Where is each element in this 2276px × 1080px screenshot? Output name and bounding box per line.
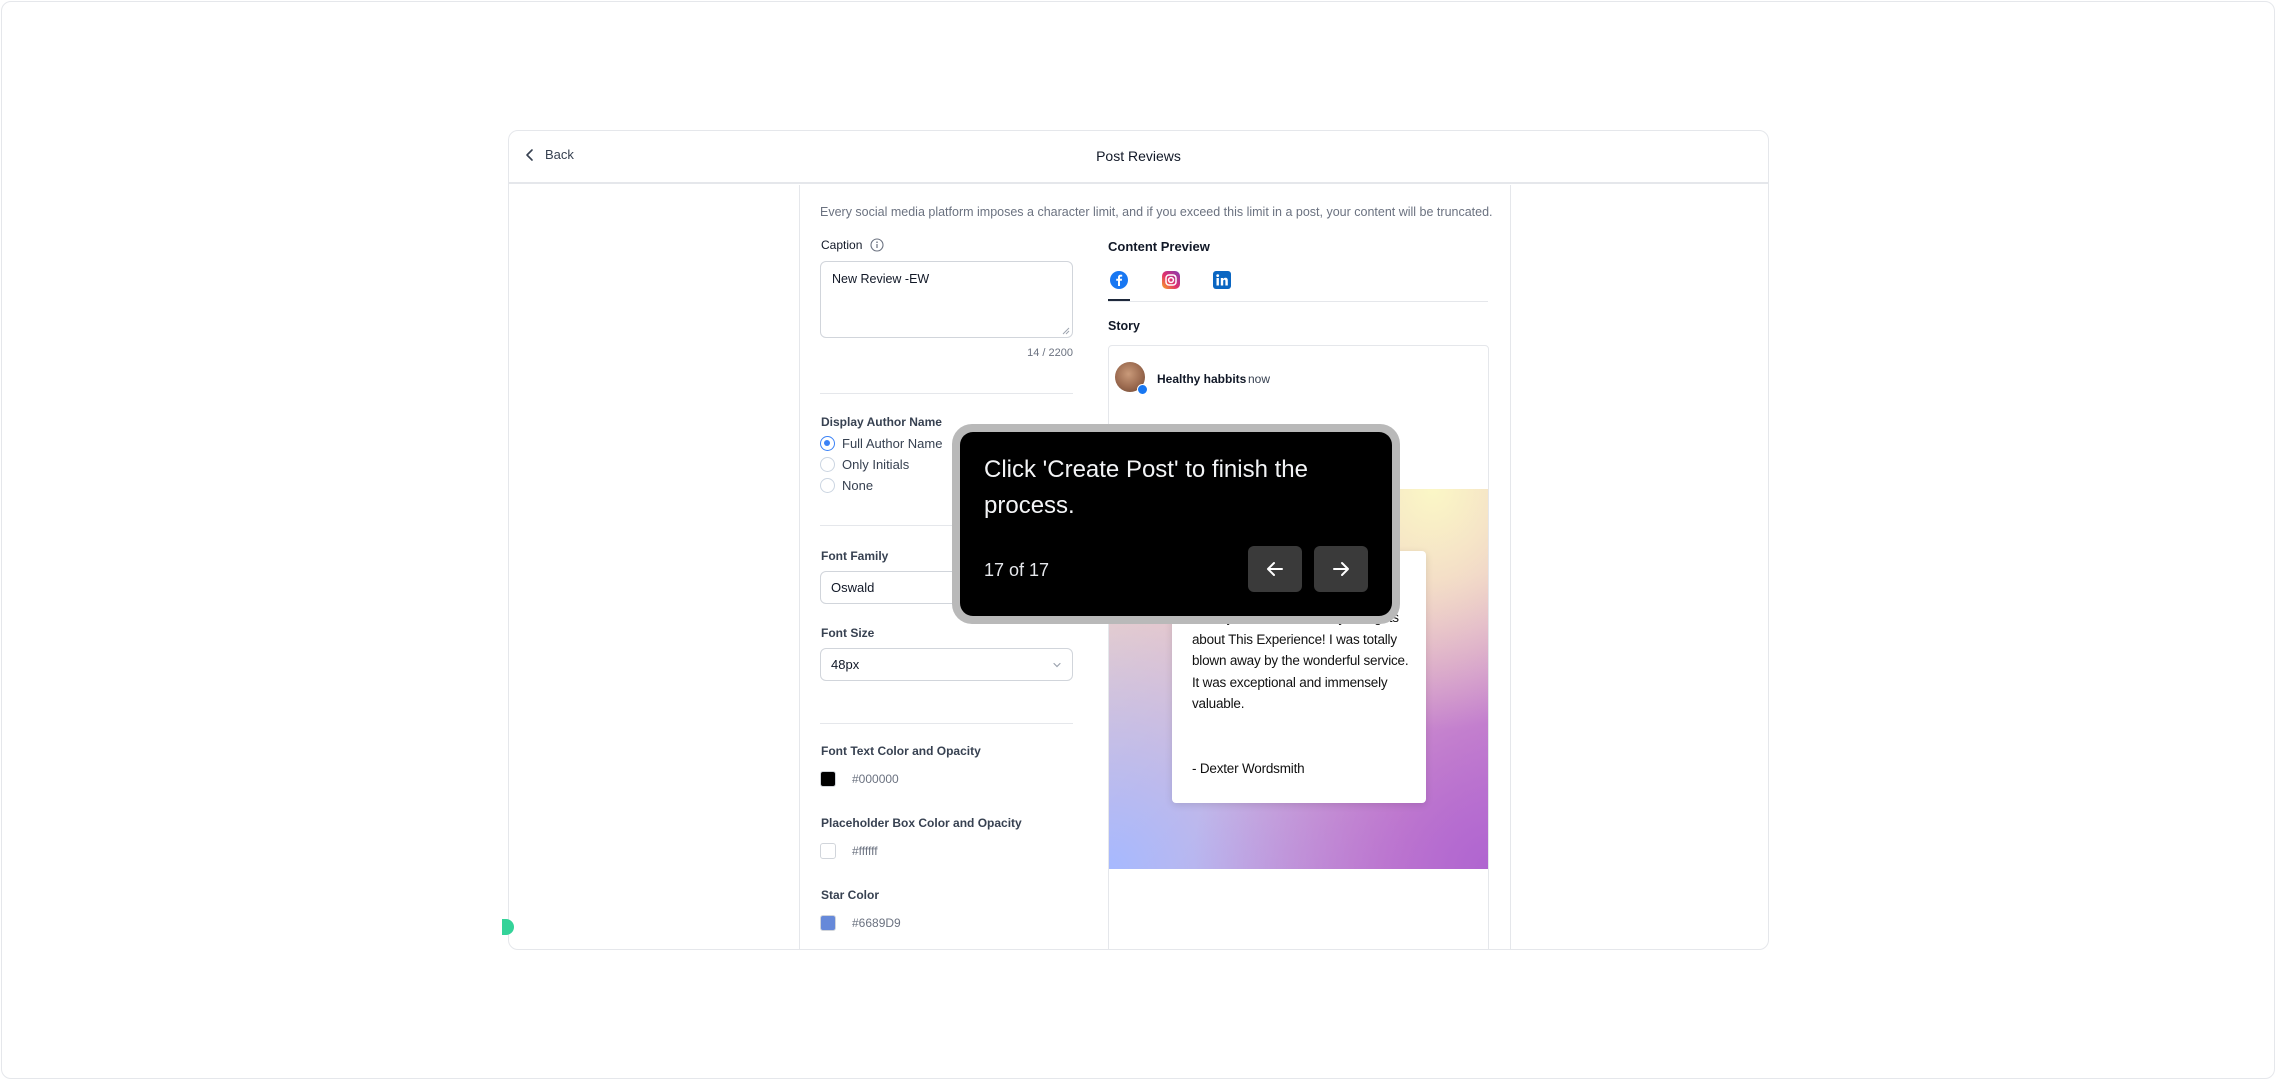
display-author-name-label: Display Author Name <box>821 415 942 429</box>
story-label: Story <box>1108 319 1140 333</box>
radio-full-author-name[interactable]: Full Author Name <box>820 436 942 451</box>
font-family-label: Font Family <box>821 549 889 563</box>
tour-prev-button[interactable] <box>1248 546 1302 592</box>
caption-input[interactable]: New Review -EW <box>820 261 1073 338</box>
radio-label: Only Initials <box>842 457 910 472</box>
review-author: - Dexter Wordsmith <box>1192 761 1305 776</box>
social-platform-tabs <box>1108 270 1488 302</box>
instagram-icon <box>1162 271 1180 289</box>
page-name: Healthy habbits <box>1157 372 1247 386</box>
font-family-value: Oswald <box>831 580 875 595</box>
resize-handle-icon[interactable] <box>1062 327 1070 335</box>
radio-none[interactable]: None <box>820 478 873 493</box>
placeholder-box-color-label: Placeholder Box Color and Opacity <box>821 816 1022 830</box>
tour-tooltip-body: Click 'Create Post' to finish the proces… <box>960 432 1392 616</box>
placeholder-box-color-value: #ffffff <box>852 844 878 858</box>
radio-label: None <box>842 478 874 493</box>
content-preview-title: Content Preview <box>1108 239 1210 254</box>
linkedin-icon <box>1213 271 1231 289</box>
placeholder-box-color-picker[interactable]: #ffffff <box>820 843 878 859</box>
post-time: now <box>1248 372 1271 386</box>
radio-button[interactable] <box>820 457 835 472</box>
radio-label: Full Author Name <box>842 436 943 451</box>
star-color-label: Star Color <box>821 888 880 902</box>
divider <box>820 723 1073 724</box>
color-swatch[interactable] <box>820 915 836 931</box>
tab-instagram[interactable] <box>1161 270 1181 290</box>
star-color-value: #6689D9 <box>852 916 901 930</box>
caption-value: New Review -EW <box>832 272 930 286</box>
font-text-color-value: #000000 <box>852 772 899 786</box>
tour-step-counter: 17 of 17 <box>984 560 1050 580</box>
tab-linkedin[interactable] <box>1212 270 1232 290</box>
star-color-picker[interactable]: #6689D9 <box>820 915 901 931</box>
radio-only-initials[interactable]: Only Initials <box>820 457 909 472</box>
divider <box>820 393 1073 394</box>
font-text-color-picker[interactable]: #000000 <box>820 771 899 787</box>
top-bar: Back Post Reviews <box>509 131 1768 184</box>
arrow-left-icon <box>1267 562 1283 576</box>
font-size-label: Font Size <box>821 626 875 640</box>
font-size-select[interactable]: 48px <box>820 648 1073 681</box>
info-icon[interactable] <box>870 238 884 252</box>
font-size-value: 48px <box>831 657 860 672</box>
color-swatch[interactable] <box>820 843 836 859</box>
facebook-badge-icon <box>1137 384 1148 395</box>
page-title: Post Reviews <box>1096 148 1181 164</box>
caption-label: Caption <box>821 238 863 252</box>
caption-label-row: Caption <box>821 238 884 252</box>
facebook-icon <box>1110 271 1128 289</box>
character-limit-info: Every social media platform imposes a ch… <box>820 205 1493 219</box>
radio-button[interactable] <box>820 478 835 493</box>
chevron-down-icon <box>1053 662 1061 668</box>
tour-tooltip: Click 'Create Post' to finish the proces… <box>952 424 1400 624</box>
color-swatch[interactable] <box>820 771 836 787</box>
font-text-color-label: Font Text Color and Opacity <box>821 744 981 758</box>
tab-facebook[interactable] <box>1108 270 1130 301</box>
tour-next-button[interactable] <box>1314 546 1368 592</box>
caption-character-counter: 14 / 2200 <box>1027 347 1073 359</box>
tour-message: Click 'Create Post' to finish the proces… <box>984 456 1308 519</box>
arrow-right-icon <box>1333 562 1349 576</box>
radio-button[interactable] <box>820 436 835 451</box>
